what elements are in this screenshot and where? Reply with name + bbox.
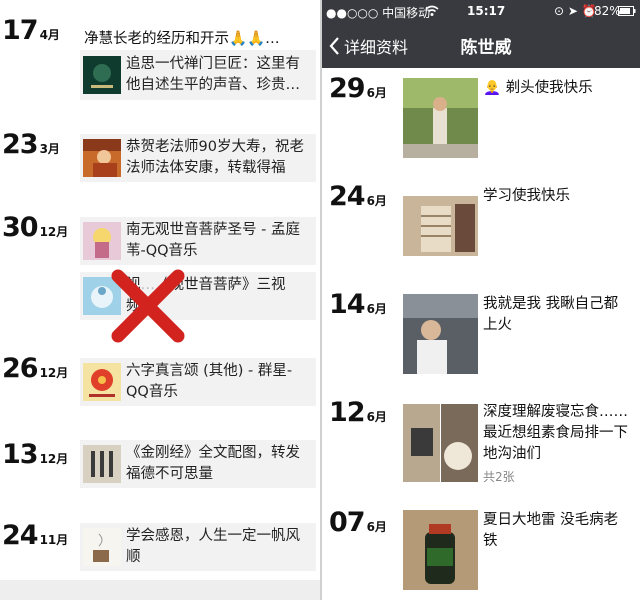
post-text[interactable]: 学习使我快乐 (483, 186, 628, 207)
navigation-bar: 详细资料 陈世威 (322, 22, 640, 68)
album-thumbnail (83, 363, 121, 401)
card-text: 六字真言颂 (其他) - 群星-QQ音乐 (126, 363, 293, 400)
date-label: 14 6月 (329, 290, 387, 324)
post-photo[interactable] (403, 78, 478, 158)
article-thumbnail (83, 528, 121, 566)
day-number: 13 (2, 439, 39, 470)
post-text[interactable]: 👩‍🦲 剃头使我快乐 (483, 78, 628, 99)
shared-link-card[interactable]: 《金刚经》全文配图，转发福德不可思量 (80, 440, 316, 488)
bottom-strip (0, 580, 320, 600)
month-label: 6月 (366, 302, 387, 316)
post-photo[interactable] (403, 294, 478, 374)
date-label: 17 4月 (2, 16, 60, 50)
day-number: 24 (329, 181, 366, 212)
card-text: 学会感恩，人生一定一帆风顺 (126, 528, 300, 565)
shared-link-card[interactable]: 追思一代禅门巨匠：这里有他自述生平的声音、珍贵… (80, 50, 316, 100)
post-text[interactable]: 我就是我 我瞅自己都上火 (483, 294, 628, 336)
date-label: 24 6月 (329, 182, 387, 216)
day-number: 14 (329, 289, 366, 320)
month-label: 11月 (39, 533, 69, 547)
shared-link-card[interactable]: 学会感恩，人生一定一帆风顺 (80, 523, 316, 571)
article-thumbnail (83, 139, 121, 177)
post-photo[interactable] (403, 196, 478, 256)
month-label: 4月 (39, 28, 60, 42)
day-number: 24 (2, 520, 39, 551)
battery-icon (618, 6, 636, 16)
date-label: 13 12月 (2, 440, 68, 474)
day-number: 12 (329, 397, 366, 428)
clock: 15:17 (467, 4, 506, 18)
page-title: 陈世威 (460, 38, 512, 58)
photo-count: 共2张 (483, 470, 515, 484)
post-photo[interactable] (403, 510, 478, 590)
status-bar: ●●○○○ 中国移动 15:17 ⊙ ➤ ⏰ 82% (322, 0, 640, 22)
month-label: 3月 (39, 142, 60, 156)
card-text: 恭贺老法师90岁大寿，祝老法师法体安康，转载得福 (126, 139, 304, 176)
post-text[interactable]: 净慧长老的经历和开示🙏🙏… (84, 27, 316, 48)
album-thumbnail (83, 222, 121, 260)
date-label: 24 11月 (2, 521, 68, 555)
status-icons: ⊙ ➤ ⏰ (554, 4, 597, 18)
day-number: 23 (2, 129, 39, 160)
post-text[interactable]: 深度理解废寝忘食……最近想组素食局排一下地沟油们 (483, 402, 628, 465)
month-label: 6月 (366, 194, 387, 208)
day-number: 26 (2, 353, 39, 384)
battery-percent: 82% (594, 4, 621, 18)
right-profile-panel: ●●○○○ 中国移动 15:17 ⊙ ➤ ⏰ 82% 详细资料 陈世威 29 6月… (322, 0, 640, 600)
card-text: 追思一代禅门巨匠：这里有他自述生平的声音、珍贵… (126, 56, 300, 93)
month-label: 12月 (39, 225, 69, 239)
card-text: 南无观世音菩萨圣号 - 孟庭苇-QQ音乐 (126, 222, 300, 259)
day-number: 07 (329, 507, 366, 538)
post-text[interactable]: 夏日大地雷 没毛病老铁 (483, 510, 628, 552)
month-label: 6月 (366, 410, 387, 424)
article-thumbnail (83, 445, 121, 483)
month-label: 6月 (366, 86, 387, 100)
article-thumbnail (83, 56, 121, 94)
date-label: 07 6月 (329, 508, 387, 542)
shared-music-card[interactable]: 六字真言颂 (其他) - 群星-QQ音乐 (80, 358, 316, 406)
left-timeline-panel: 17 4月 净慧长老的经历和开示🙏🙏… 追思一代禅门巨匠：这里有他自述生平的声音、… (0, 0, 320, 600)
date-label: 30 12月 (2, 213, 68, 247)
day-number: 29 (329, 73, 366, 104)
month-label: 12月 (39, 452, 69, 466)
date-label: 26 12月 (2, 354, 68, 388)
date-label: 29 6月 (329, 74, 387, 108)
day-number: 30 (2, 212, 39, 243)
post-photo-grid[interactable] (403, 404, 478, 482)
wifi-icon (425, 5, 439, 16)
shared-link-card[interactable]: 恭贺老法师90岁大寿，祝老法师法体安康，转载得福 (80, 134, 316, 182)
card-text: 《金刚经》全文配图，转发福德不可思量 (126, 445, 300, 482)
date-label: 12 6月 (329, 398, 387, 432)
month-label: 6月 (366, 520, 387, 534)
red-cross-mark-icon (111, 269, 185, 343)
carrier-signal: ●●○○○ 中国移动 (326, 6, 431, 20)
date-label: 23 3月 (2, 130, 60, 164)
shared-music-card[interactable]: 南无观世音菩萨圣号 - 孟庭苇-QQ音乐 (80, 217, 316, 265)
day-number: 17 (2, 15, 39, 46)
month-label: 12月 (39, 366, 69, 380)
